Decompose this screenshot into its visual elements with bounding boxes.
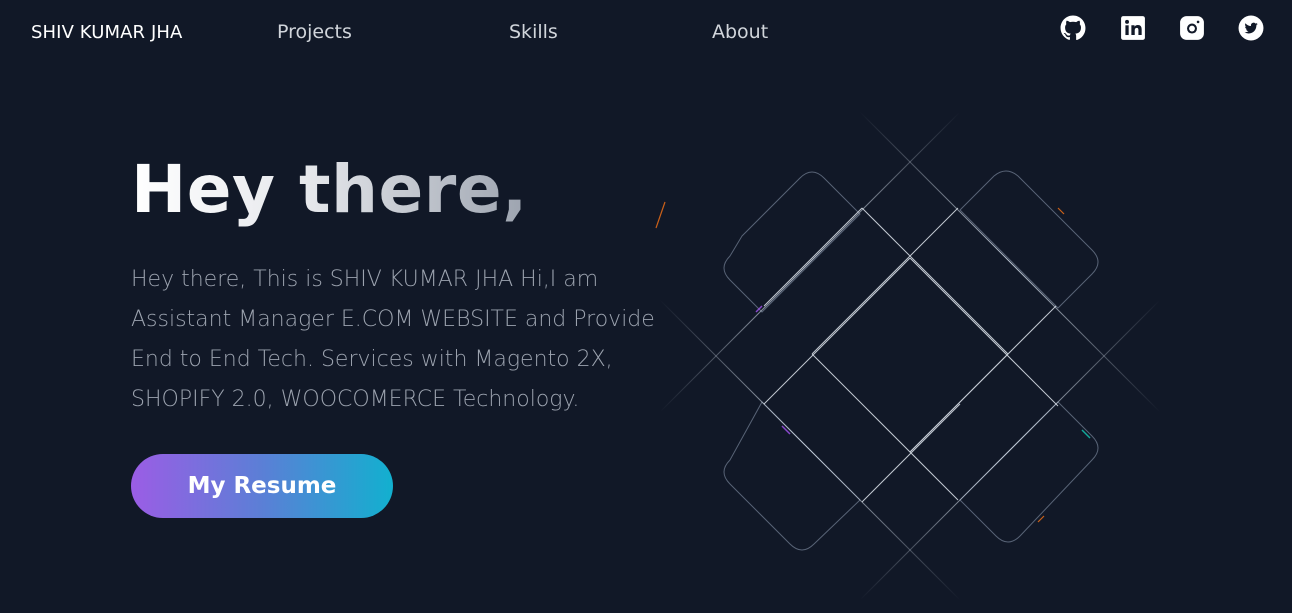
- instagram-icon[interactable]: [1178, 14, 1206, 42]
- twitter-icon[interactable]: [1237, 14, 1265, 42]
- brand-name[interactable]: SHIV KUMAR JHA: [31, 22, 182, 43]
- navbar: SHIV KUMAR JHA Projects Skills About: [0, 0, 1292, 66]
- hero-description: Hey there, This is SHIV KUMAR JHA Hi,I a…: [131, 267, 655, 412]
- page: SHIV KUMAR JHA Projects Skills About Hey…: [0, 0, 1292, 613]
- decorative-graphic: [655, 111, 1161, 601]
- nav-link-about[interactable]: About: [712, 21, 768, 43]
- github-icon[interactable]: [1059, 14, 1087, 42]
- hero-title: Hey there,: [131, 151, 528, 228]
- linkedin-icon[interactable]: [1119, 14, 1147, 42]
- nav-link-skills[interactable]: Skills: [509, 21, 558, 43]
- resume-button[interactable]: My Resume: [131, 454, 393, 518]
- nav-link-projects[interactable]: Projects: [277, 21, 352, 43]
